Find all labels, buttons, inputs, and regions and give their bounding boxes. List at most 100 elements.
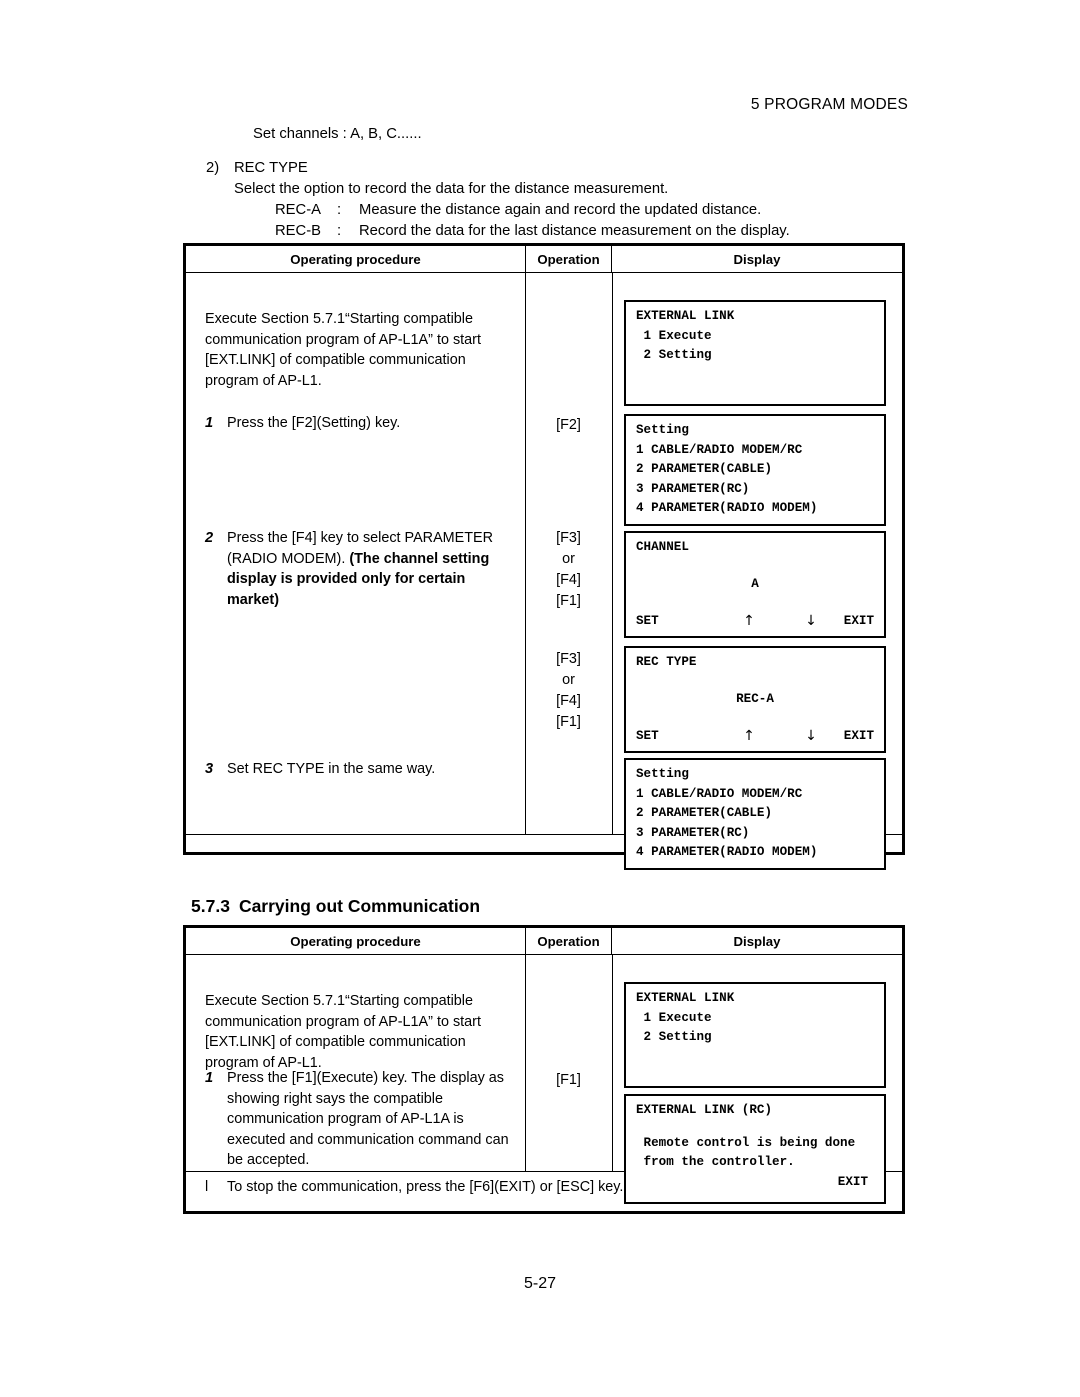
table-2-header-operation: Operation — [525, 928, 612, 954]
screen-channel-softkey-down-arrow-icon: ↓ — [805, 612, 817, 629]
rec-b-colon: : — [337, 223, 342, 239]
screen-setting-2-option-2: 2 PARAMETER(CABLE) — [636, 806, 773, 820]
table-2-header-procedure: Operating procedure — [290, 933, 421, 949]
section-heading-number: 5.7.3 — [191, 896, 230, 916]
screen-setting-1: Setting 1 CABLE/RADIO MODEM/RC 2 PARAMET… — [624, 414, 886, 526]
table-2-body: Execute Section 5.7.1“Starting compatibl… — [186, 955, 902, 1211]
rec-type-desc-marker — [206, 179, 234, 200]
table-1-step-2-number: 2 — [205, 530, 214, 546]
screen-setting-2-title: Setting — [636, 767, 689, 781]
table-1-operation-block-2-line-3: [F4] — [556, 693, 581, 709]
table-1-operation-step-2: [F3] or [F4] [F1] — [525, 528, 612, 612]
table-1-step-3: 3 Set REC TYPE in the same way. — [186, 759, 525, 780]
table-1-step-2-row: 2 Press the [F4] key to select PARAMETER… — [205, 528, 519, 610]
table-1-body: Execute Section 5.7.1“Starting compatibl… — [186, 273, 902, 870]
screen-channel-softkey-up-arrow-icon: ↑ — [743, 612, 755, 629]
rec-a-description: Measure the distance again and record th… — [359, 202, 762, 218]
screen-channel-softkey-exit: EXIT — [843, 613, 874, 628]
section-heading-title: Carrying out Communication — [238, 896, 481, 916]
table-1-operation-block-2-line-1: [F3] — [556, 651, 581, 667]
table-2-note-row: l To stop the communication, press the [… — [186, 1179, 902, 1195]
intro-text-block: Set channels : A, B, C...... 2) REC TYPE… — [183, 124, 943, 242]
table-1-operation-step-2-line-1: [F3] — [556, 530, 581, 546]
screen-setting-1-option-3: 3 PARAMETER(RC) — [636, 481, 750, 496]
table-1-operation-block-2-line-4: [F1] — [556, 714, 581, 730]
table-1-operation-block-2-line-2: or — [562, 672, 575, 688]
screen-setting-2: Setting 1 CABLE/RADIO MODEM/RC 2 PARAMET… — [624, 758, 886, 870]
screen-channel-softkeys: SET ↑ ↓ EXIT — [626, 612, 884, 632]
screen-external-link-rc-message-line-2: from the controller. — [636, 1155, 795, 1169]
screen-channel: CHANNEL A SET ↑ ↓ EXIT — [624, 531, 886, 638]
rec-type-item-title: REC TYPE — [234, 160, 308, 176]
screen-setting-1-option-2: 2 PARAMETER(CABLE) — [636, 462, 773, 476]
screen-rec-type-softkey-down-arrow-icon: ↓ — [805, 727, 817, 744]
table-1-operation-step-2-line-4: [F1] — [556, 593, 581, 609]
screen-rec-type-softkey-set: SET — [636, 728, 659, 743]
table-1-operation-block-2: [F3] or [F4] [F1] — [525, 649, 612, 733]
page-footer: 5-27 — [523, 1275, 557, 1292]
document-page: 5 PROGRAM MODES Set channels : A, B, C..… — [0, 0, 1080, 1397]
screen-external-link-2-option-1: 1 Execute — [636, 1010, 712, 1025]
screen-rec-type: REC TYPE REC-A SET ↑ ↓ EXIT — [624, 646, 886, 753]
screen-setting-2-option-3: 3 PARAMETER(RC) — [636, 825, 750, 840]
table-1-operation-step-2-line-2: or — [562, 551, 575, 567]
screen-channel-title: CHANNEL — [636, 540, 689, 554]
rec-type-desc-row: Select the option to record the data for… — [206, 179, 943, 200]
rec-b-row: REC-B : Record the data for the last dis… — [275, 221, 943, 242]
table-1-header-operation: Operation — [525, 246, 612, 272]
table-1-header-procedure: Operating procedure — [290, 251, 421, 267]
screen-channel-value: A — [751, 576, 759, 591]
screen-rec-type-value: REC-A — [736, 691, 774, 706]
table-1-step-1-text: Press the [F2](Setting) key. — [227, 415, 401, 431]
table-1-step-3-row: 3 Set REC TYPE in the same way. — [205, 759, 519, 780]
table-1-divider-2 — [612, 273, 613, 834]
screen-external-link-2-title: EXTERNAL LINK — [636, 991, 735, 1005]
table-1-step-1-row: 1 Press the [F2](Setting) key. — [205, 413, 519, 434]
table-1-intro-paragraph: Execute Section 5.7.1“Starting compatibl… — [205, 311, 481, 389]
rec-b-description: Record the data for the last distance me… — [359, 223, 790, 239]
table-1-step-1: 1 Press the [F2](Setting) key. — [186, 413, 525, 434]
table-1-operation-step-2-line-3: [F4] — [556, 572, 581, 588]
table-1-step-2-text: Press the [F4] key to select PARAMETER (… — [227, 528, 519, 610]
screen-external-link-2-option-2: 2 Setting — [636, 1030, 712, 1044]
table-2-note-marker: l — [205, 1179, 209, 1195]
table-1-step-3-number: 3 — [205, 761, 214, 777]
screen-external-link-1-option-2: 2 Setting — [636, 348, 712, 362]
rec-type-item: 2) REC TYPE — [206, 158, 943, 179]
table-1-step-2: 2 Press the [F4] key to select PARAMETER… — [186, 528, 525, 610]
screen-rec-type-softkey-up-arrow-icon: ↑ — [743, 727, 755, 744]
table-2-note-text: To stop the communication, press the [F6… — [227, 1179, 624, 1195]
table-2-header-display: Display — [733, 933, 781, 949]
screen-setting-2-option-1: 1 CABLE/RADIO MODEM/RC — [636, 786, 803, 801]
intro-spacer — [183, 145, 943, 158]
screen-rec-type-softkey-exit: EXIT — [843, 728, 874, 743]
screen-rec-type-softkeys: SET ↑ ↓ EXIT — [626, 727, 884, 747]
table-1-step-1-number: 1 — [205, 415, 214, 431]
screen-external-link-1-title: EXTERNAL LINK — [636, 309, 735, 323]
screen-channel-softkey-set: SET — [636, 613, 659, 628]
rec-a-colon: : — [337, 202, 342, 218]
section-heading: 5.7.3 Carrying out Communication — [191, 896, 480, 917]
screen-external-link-1-option-1: 1 Execute — [636, 328, 712, 343]
screen-rec-type-title: REC TYPE — [636, 655, 697, 669]
table-2-divider-1 — [525, 955, 526, 1171]
screen-setting-1-option-4: 4 PARAMETER(RADIO MODEM) — [636, 501, 818, 515]
table-1-header-display: Display — [733, 251, 781, 267]
screen-setting-1-option-1: 1 CABLE/RADIO MODEM/RC — [636, 442, 803, 457]
table-2-divider-2 — [612, 955, 613, 1171]
table-2-intro-paragraph: Execute Section 5.7.1“Starting compatibl… — [205, 993, 481, 1071]
table-2-step-1-row: 1 Press the [F1](Execute) key. The displ… — [205, 1068, 519, 1171]
rec-a-key: REC-A — [275, 202, 322, 218]
screen-external-link-2: EXTERNAL LINK 1 Execute 2 Setting — [624, 982, 886, 1088]
set-channels-line: Set channels : A, B, C...... — [253, 126, 422, 142]
table-2-header-row: Operating procedure Operation Display — [186, 928, 902, 955]
procedure-table-2: Operating procedure Operation Display Ex… — [183, 925, 905, 1214]
screen-setting-1-title: Setting — [636, 423, 689, 437]
table-1-header-row: Operating procedure Operation Display — [186, 246, 902, 273]
screen-external-link-1: EXTERNAL LINK 1 Execute 2 Setting — [624, 300, 886, 406]
rec-type-item-number: 2) — [206, 160, 220, 176]
procedure-table-1: Operating procedure Operation Display Ex… — [183, 243, 905, 870]
table-2-step-1-text: Press the [F1](Execute) key. The display… — [227, 1070, 509, 1168]
screen-external-link-rc-message-line-1: Remote control is being done — [636, 1135, 856, 1150]
table-2-operation-step-1: [F1] — [556, 1072, 581, 1088]
